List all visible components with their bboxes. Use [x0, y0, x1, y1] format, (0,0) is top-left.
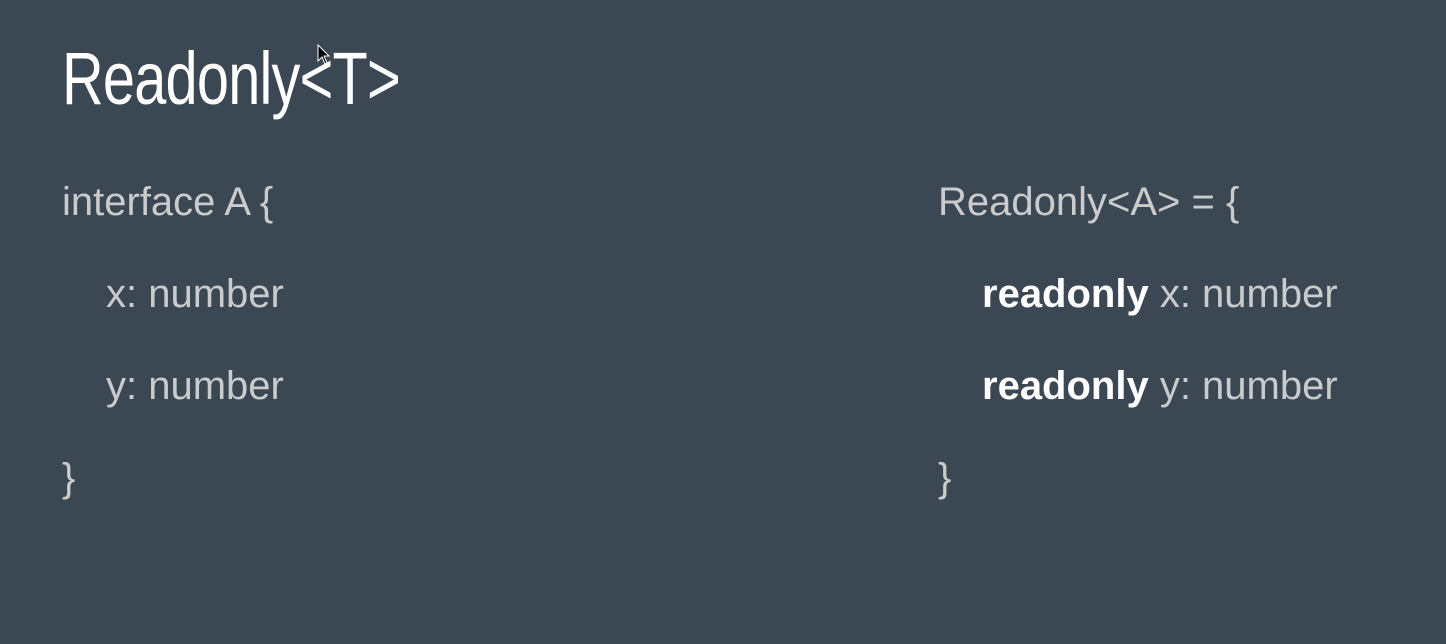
right-code-line-2-rest: x: number [1148, 272, 1338, 316]
left-code-line-4: } [62, 456, 76, 500]
right-code-line-2: readonly x: number [982, 270, 1338, 318]
right-code-line-3-rest: y: number [1148, 364, 1338, 408]
readonly-keyword: readonly [982, 364, 1149, 408]
left-code-line-2: x: number [106, 272, 284, 316]
right-code-line-4: } [938, 456, 952, 500]
slide: Readonly<T> interface A { x: number y: n… [0, 0, 1446, 644]
readonly-keyword: readonly [982, 272, 1149, 316]
right-code-line-1: Readonly<A> = { [938, 180, 1240, 224]
slide-title: Readonly<T> [62, 37, 401, 120]
mouse-pointer-icon [317, 44, 331, 65]
left-code-line-3: y: number [106, 364, 284, 408]
left-code-line-1: interface A { [62, 180, 274, 224]
right-code-line-3: readonly y: number [982, 362, 1338, 410]
